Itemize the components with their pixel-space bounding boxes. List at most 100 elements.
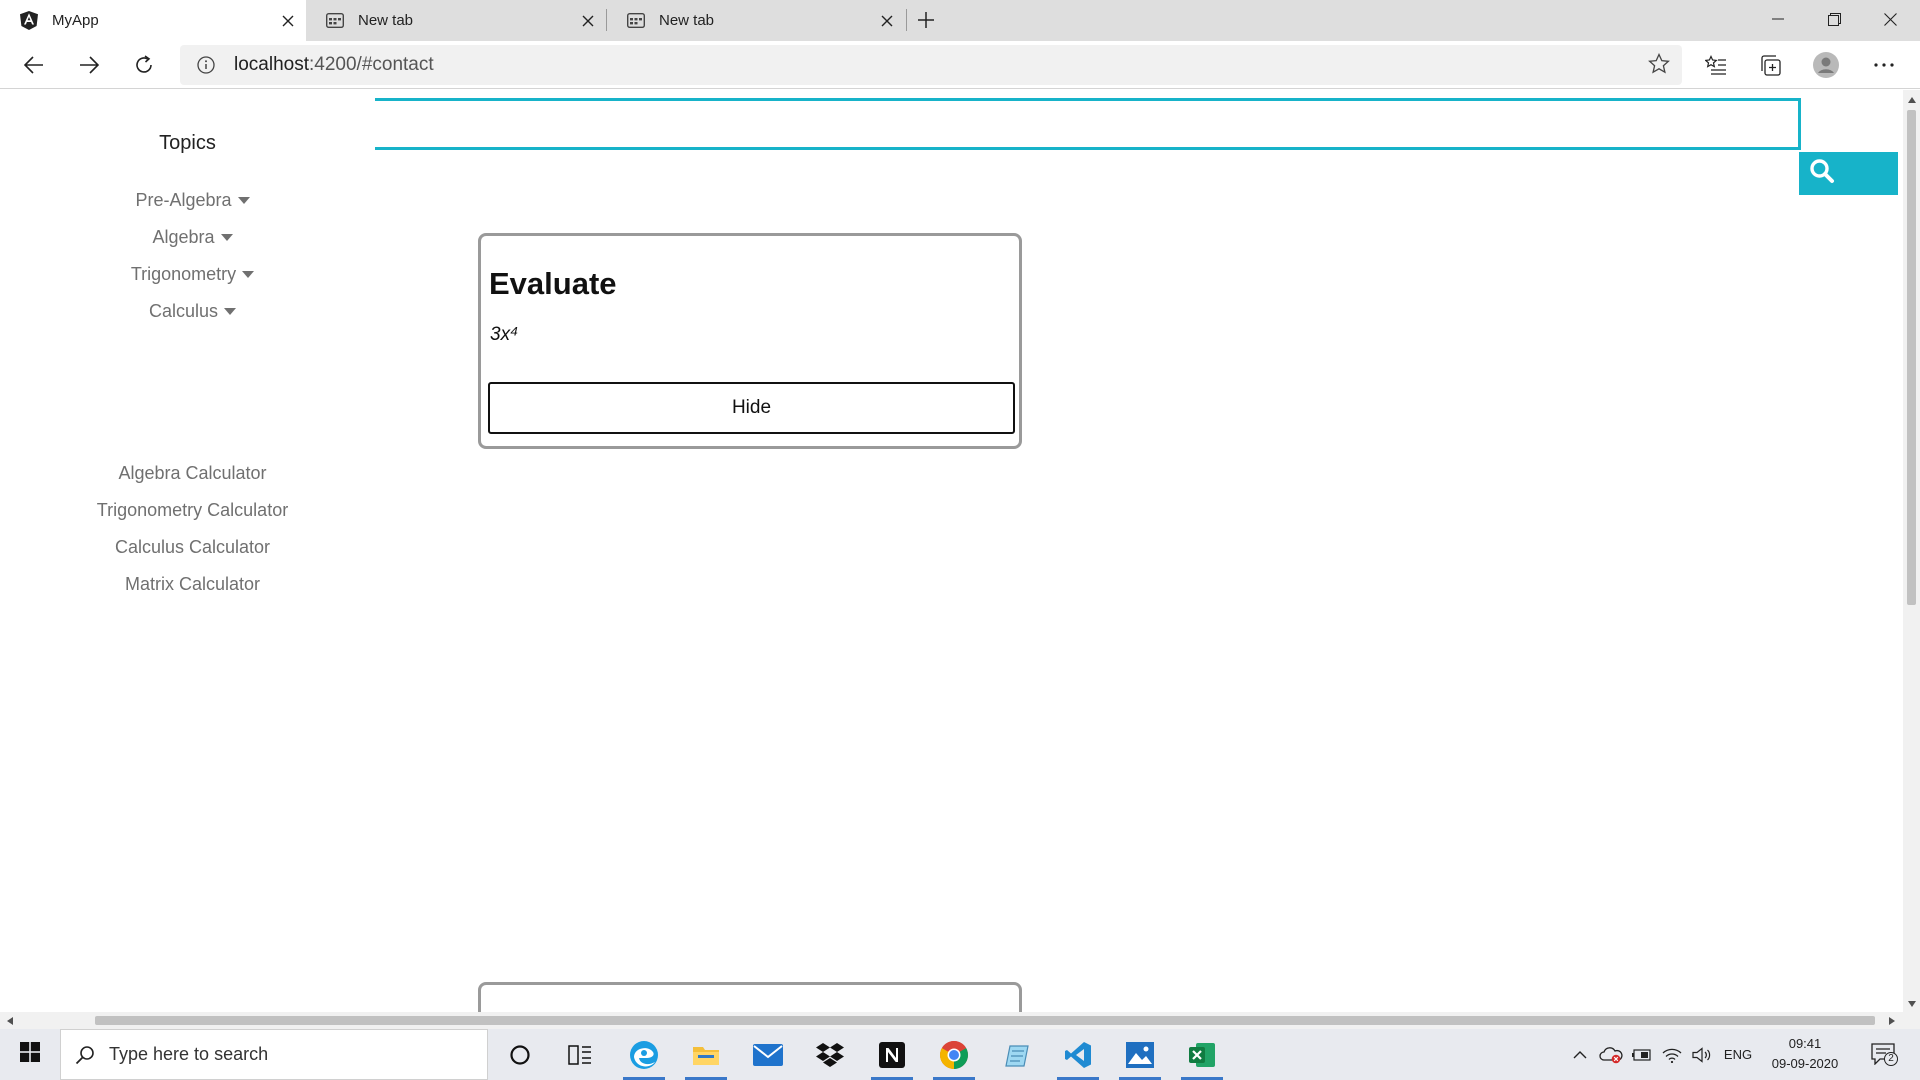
scrollbar-corner <box>1903 1012 1920 1029</box>
scroll-down-arrow-icon[interactable] <box>1903 996 1920 1012</box>
topic-algebra[interactable]: Algebra <box>0 219 385 256</box>
tab-myapp[interactable]: MyApp <box>0 0 306 41</box>
caret-down-icon <box>224 308 237 315</box>
refresh-button[interactable] <box>126 47 162 83</box>
problem-card: Evaluate 3x⁴ Hide <box>478 233 1022 449</box>
input-language[interactable]: ENG <box>1719 1029 1757 1080</box>
favorites-list-icon[interactable] <box>1698 47 1734 83</box>
topic-trigonometry[interactable]: Trigonometry <box>0 256 385 293</box>
topic-calculus[interactable]: Calculus <box>0 293 385 330</box>
scroll-thumb[interactable] <box>95 1016 1875 1025</box>
new-tab-button[interactable] <box>912 6 940 34</box>
action-center-button[interactable]: 2 <box>1862 1029 1906 1080</box>
file-explorer-icon[interactable] <box>679 1029 733 1080</box>
next-problem-card <box>478 982 1022 1014</box>
chrome-icon[interactable] <box>927 1029 981 1080</box>
wifi-icon[interactable] <box>1659 1029 1685 1080</box>
sidebar: Topics Pre-Algebra Algebra Trigonometry … <box>0 90 385 1014</box>
search-icon <box>75 1045 95 1065</box>
photos-icon[interactable] <box>1113 1029 1167 1080</box>
taskbar-clock[interactable]: 09:41 09-09-2020 <box>1758 1034 1852 1074</box>
caret-down-icon <box>237 197 250 204</box>
forward-button[interactable] <box>71 47 107 83</box>
newtab-page-icon <box>326 12 344 30</box>
link-matrix-calculator[interactable]: Matrix Calculator <box>0 566 385 603</box>
close-tab-icon[interactable] <box>276 9 300 33</box>
topic-pre-algebra[interactable]: Pre-Algebra <box>0 182 385 219</box>
windows-taskbar: Type here to search ENG 09:41 09-09-2020… <box>0 1029 1920 1080</box>
close-tab-icon[interactable] <box>875 9 899 33</box>
edge-icon[interactable] <box>617 1029 671 1080</box>
scroll-up-arrow-icon[interactable] <box>1903 92 1920 108</box>
task-view-icon[interactable] <box>553 1029 607 1080</box>
vertical-scrollbar[interactable] <box>1903 90 1920 1014</box>
notepad-icon[interactable] <box>989 1029 1043 1080</box>
link-calculus-calculator[interactable]: Calculus Calculator <box>0 529 385 566</box>
back-button[interactable] <box>16 47 52 83</box>
scroll-thumb[interactable] <box>1907 110 1916 605</box>
hide-button[interactable]: Hide <box>488 382 1015 434</box>
excel-icon[interactable] <box>1175 1029 1229 1080</box>
more-menu-icon[interactable] <box>1866 47 1902 83</box>
tab-title: New tab <box>358 12 414 29</box>
horizontal-scrollbar[interactable] <box>0 1012 1903 1029</box>
tab-strip: MyApp New tab New tab <box>0 0 1920 41</box>
link-algebra-calculator[interactable]: Algebra Calculator <box>0 455 385 492</box>
dropbox-icon[interactable] <box>803 1029 857 1080</box>
profile-avatar-icon[interactable] <box>1808 47 1844 83</box>
newtab-page-icon <box>627 12 645 30</box>
clock-date: 09-09-2020 <box>1771 1056 1839 1071</box>
caret-down-icon <box>242 271 255 278</box>
minimize-button[interactable] <box>1750 0 1806 38</box>
card-expression: 3x⁴ <box>490 324 519 345</box>
address-bar[interactable]: localhost:4200/#contact <box>180 45 1682 85</box>
topic-menu: Pre-Algebra Algebra Trigonometry Calculu… <box>0 182 385 330</box>
scroll-left-arrow-icon[interactable] <box>2 1012 18 1029</box>
browser-toolbar: localhost:4200/#contact <box>0 41 1920 89</box>
notification-count: 2 <box>1884 1051 1898 1066</box>
show-hidden-icons-chevron-icon[interactable] <box>1568 1029 1592 1080</box>
topic-label: Trigonometry <box>130 264 237 284</box>
url-text: localhost:4200/#contact <box>234 54 434 76</box>
clock-time: 09:41 <box>1788 1036 1822 1051</box>
battery-icon[interactable] <box>1629 1029 1655 1080</box>
taskbar-search-placeholder: Type here to search <box>109 1044 269 1064</box>
search-icon <box>1809 158 1835 189</box>
notification-icon: 2 <box>1871 1042 1898 1067</box>
page-viewport: Topics Pre-Algebra Algebra Trigonometry … <box>0 90 1903 1014</box>
tab-title: New tab <box>659 12 715 29</box>
topic-label: Calculus <box>148 301 219 321</box>
notion-icon[interactable] <box>865 1029 919 1080</box>
tab-new-1[interactable]: New tab <box>306 0 606 41</box>
favorite-star-icon[interactable] <box>1648 52 1670 80</box>
url-path: :4200/#contact <box>309 54 434 75</box>
windows-logo-icon <box>20 1042 40 1067</box>
onedrive-error-icon[interactable] <box>1597 1029 1625 1080</box>
taskbar-search-box[interactable]: Type here to search <box>60 1029 488 1080</box>
link-trigonometry-calculator[interactable]: Trigonometry Calculator <box>0 492 385 529</box>
search-button[interactable] <box>1799 152 1898 195</box>
calculator-links: Algebra Calculator Trigonometry Calculat… <box>0 455 385 603</box>
topics-heading: Topics <box>159 132 216 154</box>
site-info-icon[interactable] <box>186 56 226 74</box>
cortana-icon[interactable] <box>493 1029 547 1080</box>
close-tab-icon[interactable] <box>576 9 600 33</box>
angular-icon <box>20 11 38 30</box>
scroll-right-arrow-icon[interactable] <box>1884 1012 1900 1029</box>
caret-down-icon <box>220 234 233 241</box>
restore-button[interactable] <box>1806 0 1862 38</box>
mail-icon[interactable] <box>741 1029 795 1080</box>
tab-title: MyApp <box>52 12 99 29</box>
collections-icon[interactable] <box>1753 47 1789 83</box>
tab-new-2[interactable]: New tab <box>607 0 905 41</box>
volume-icon[interactable] <box>1689 1029 1715 1080</box>
topic-label: Pre-Algebra <box>135 190 232 210</box>
vscode-icon[interactable] <box>1051 1029 1105 1080</box>
topic-label: Algebra <box>152 227 215 247</box>
close-window-button[interactable] <box>1862 0 1918 38</box>
url-host: localhost <box>234 54 309 75</box>
start-button[interactable] <box>0 1029 60 1080</box>
search-input[interactable] <box>375 98 1801 150</box>
tab-divider <box>906 9 907 31</box>
card-title: Evaluate <box>489 266 617 301</box>
